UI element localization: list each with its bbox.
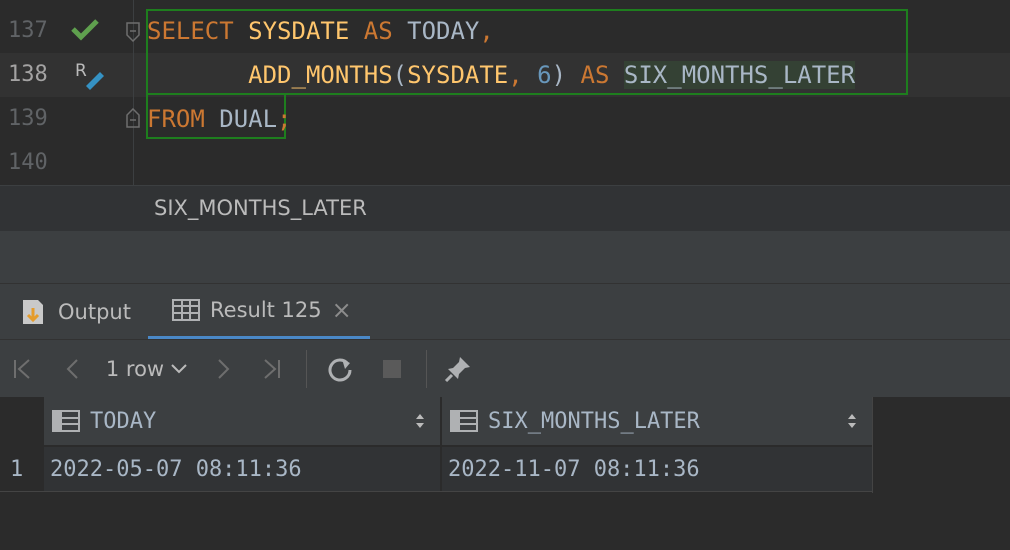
- chevron-down-icon: [171, 364, 187, 374]
- last-page-icon[interactable]: [254, 340, 288, 398]
- column-header-label: TODAY: [90, 408, 157, 434]
- row-count-dropdown[interactable]: 1 row: [104, 340, 190, 398]
- breadcrumb-item[interactable]: SIX_MONTHS_LATER: [154, 196, 367, 220]
- function: SYSDATE: [407, 61, 509, 89]
- toolbar-separator: [306, 350, 307, 388]
- tool-window-tabs: Output Result 125 ×: [0, 283, 1010, 340]
- previous-page-icon[interactable]: [56, 340, 90, 398]
- keyword: FROM: [147, 105, 205, 133]
- line-number: 139: [8, 106, 48, 131]
- tab-output[interactable]: Output: [20, 284, 131, 340]
- line-number: 140: [8, 150, 48, 175]
- results-toolbar: 1 row: [0, 339, 1010, 398]
- punctuation: ): [551, 61, 567, 89]
- refresh-icon[interactable]: [322, 340, 358, 398]
- stop-icon[interactable]: [374, 340, 410, 398]
- table-icon: [172, 299, 200, 321]
- next-page-icon[interactable]: [206, 340, 240, 398]
- row-count-label: 1 row: [105, 357, 165, 381]
- fold-marker-icon[interactable]: [125, 22, 141, 42]
- punctuation: ,: [479, 17, 494, 45]
- column-header-six-months-later[interactable]: SIX_MONTHS_LATER: [442, 397, 872, 445]
- first-page-icon[interactable]: [6, 340, 40, 398]
- sort-icon[interactable]: [846, 411, 858, 431]
- breadcrumb[interactable]: SIX_MONTHS_LATER: [0, 185, 1010, 232]
- code-line[interactable]: FROM DUAL;: [147, 97, 292, 141]
- identifier: DUAL: [219, 105, 278, 133]
- punctuation: ;: [277, 105, 292, 133]
- results-grid: TODAY SIX_MONTHS_LATER 1 2022-05-07 08:1…: [0, 397, 1010, 550]
- checkmark-icon[interactable]: [70, 17, 100, 41]
- run-edit-icon[interactable]: R: [74, 58, 106, 90]
- column-header-today[interactable]: TODAY: [44, 397, 440, 445]
- column-header-label: SIX_MONTHS_LATER: [488, 408, 700, 434]
- output-icon: [23, 300, 43, 324]
- keyword: AS: [580, 61, 610, 89]
- row-number[interactable]: 1: [0, 447, 44, 491]
- fold-end-marker-icon[interactable]: [125, 108, 141, 128]
- keyword: SELECT: [147, 17, 234, 45]
- column-divider: [872, 397, 873, 493]
- close-icon[interactable]: ×: [332, 296, 352, 324]
- table-cell[interactable]: 2022-05-07 08:11:36: [44, 447, 440, 491]
- keyword: AS: [363, 17, 393, 45]
- punctuation: (: [392, 61, 408, 89]
- sort-icon[interactable]: [414, 411, 426, 431]
- column-divider: [440, 397, 442, 493]
- code-line[interactable]: ADD_MONTHS(SYSDATE, 6) AS SIX_MONTHS_LAT…: [147, 53, 856, 97]
- tab-result[interactable]: Result 125 ×: [148, 284, 370, 340]
- panel-divider[interactable]: [0, 231, 1010, 283]
- tab-label: Output: [58, 300, 131, 324]
- tab-label: Result 125: [210, 298, 322, 322]
- sql-editor[interactable]: 137 138 139 140 R SELECT SYSDATE AS TODA…: [0, 0, 1010, 185]
- punctuation: ,: [508, 61, 523, 89]
- function: SYSDATE: [248, 17, 350, 45]
- column-icon: [450, 410, 478, 432]
- pin-icon[interactable]: [440, 340, 476, 398]
- identifier-highlighted: SIX_MONTHS_LATER: [623, 61, 856, 89]
- table-cell[interactable]: 2022-11-07 08:11:36: [442, 447, 872, 491]
- identifier: TODAY: [407, 17, 480, 45]
- line-number: 138: [8, 62, 48, 87]
- svg-text:R: R: [75, 61, 87, 81]
- column-icon: [52, 410, 80, 432]
- line-number: 137: [8, 18, 48, 43]
- number-literal: 6: [537, 61, 552, 89]
- function: ADD_MONTHS: [248, 61, 393, 89]
- code-line[interactable]: SELECT SYSDATE AS TODAY,: [147, 9, 494, 53]
- toolbar-separator: [426, 350, 427, 388]
- row-divider: [0, 491, 873, 492]
